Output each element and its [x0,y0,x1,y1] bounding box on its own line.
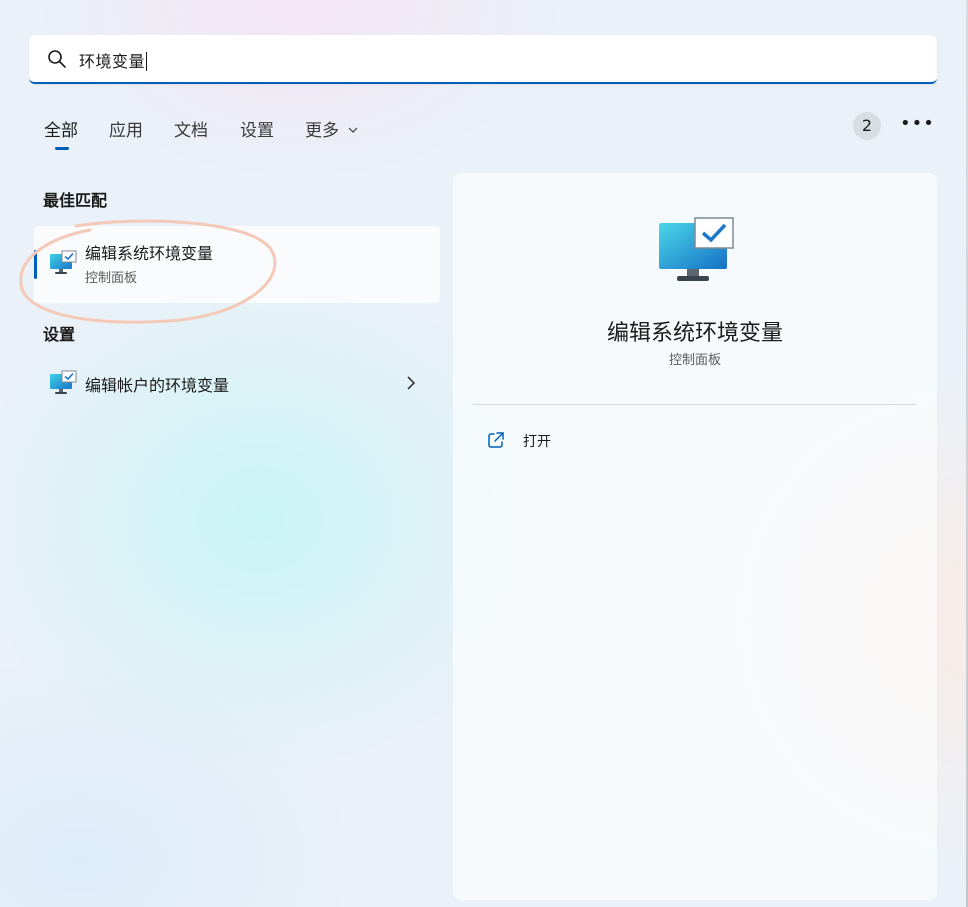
divider [473,404,916,405]
best-match-title: 编辑系统环境变量 [85,244,214,263]
best-match-item[interactable]: 编辑系统环境变量 控制面板 [34,226,440,303]
settings-item-title: 编辑帐户的环境变量 [85,376,230,395]
tab-all[interactable]: 全部 [44,116,78,150]
tab-settings-label: 设置 [240,121,274,141]
detail-panel: 编辑系统环境变量 控制面板 打开 [453,173,937,900]
chevron-down-icon [348,127,358,133]
settings-item-account-env-vars[interactable]: 编辑帐户的环境变量 [34,362,440,404]
open-button[interactable]: 打开 [477,425,677,457]
tab-apps[interactable]: 应用 [109,116,143,141]
open-external-icon [488,432,504,448]
tab-active-indicator [55,147,69,150]
text-caret [146,52,148,71]
tab-all-label: 全部 [44,121,78,141]
best-match-subtitle: 控制面板 [85,271,138,286]
more-options-button[interactable]: ••• [900,112,934,140]
system-properties-monitor-icon [659,217,734,281]
tab-settings[interactable]: 设置 [240,116,274,141]
search-input[interactable]: 环境变量 [79,48,148,72]
open-label: 打开 [523,434,551,450]
chevron-right-icon [407,376,416,390]
search-box[interactable]: 环境变量 [29,35,937,84]
tab-documents[interactable]: 文档 [174,116,208,141]
best-match-heading: 最佳匹配 [43,191,108,210]
detail-subtitle: 控制面板 [668,353,721,368]
system-properties-monitor-icon [50,250,77,274]
search-icon [48,50,66,68]
system-properties-monitor-icon [50,370,77,394]
selection-indicator [34,250,37,279]
detail-title: 编辑系统环境变量 [606,321,783,346]
tab-documents-label: 文档 [174,121,208,141]
settings-heading: 设置 [43,325,76,344]
result-count-badge[interactable]: 2 [853,112,881,140]
tab-apps-label: 应用 [109,121,143,141]
tab-more[interactable]: 更多 [305,116,358,141]
tab-more-label: 更多 [305,121,339,141]
